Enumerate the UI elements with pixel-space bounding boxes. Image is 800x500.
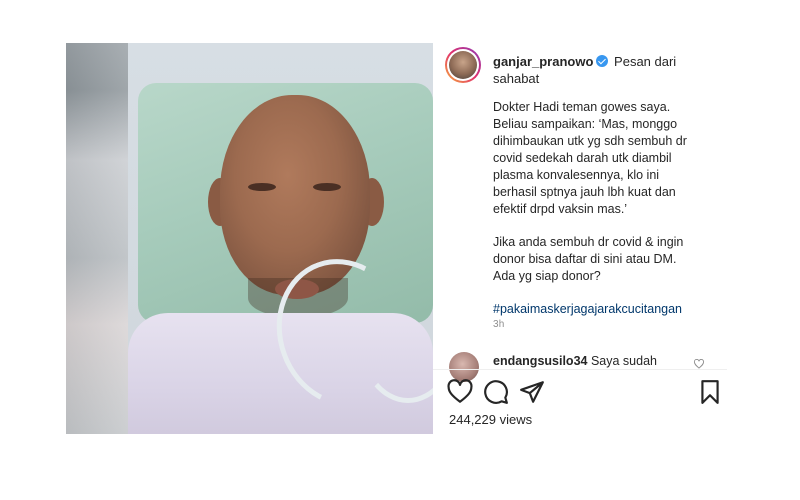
post-timestamp[interactable]: 3h (493, 319, 505, 330)
heart-outline-icon[interactable] (447, 379, 473, 405)
caption-body: Dokter Hadi teman gowes saya. Beliau sam… (493, 99, 698, 334)
author-avatar[interactable] (445, 47, 481, 83)
author-username[interactable]: ganjar_pranowo (493, 54, 593, 69)
post-media[interactable] (66, 43, 433, 434)
caption-header: ganjar_pranowo Pesan dari sahabat (493, 53, 693, 87)
comment-item: endangsusilo34 Saya sudah (493, 353, 693, 368)
comment-bubble-icon[interactable] (483, 379, 509, 405)
video-frame[interactable] (128, 43, 433, 434)
verified-badge-icon (596, 55, 609, 67)
post-header: ganjar_pranowo Pesan dari sahabat (445, 47, 715, 87)
comment-like-icon[interactable] (693, 359, 705, 369)
commenter-avatar[interactable] (449, 352, 479, 382)
post-side-panel: ganjar_pranowo Pesan dari sahabat Dokter… (433, 43, 727, 434)
caption-paragraph: Jika anda sembuh dr covid & ingin donor … (493, 235, 684, 283)
hashtag-link[interactable]: #pakaimaskerjagajarakcucitangan (493, 301, 698, 318)
comment-text: Saya sudah (590, 354, 657, 368)
divider (433, 369, 727, 370)
paper-plane-icon[interactable] (519, 379, 545, 405)
bookmark-icon[interactable] (697, 379, 723, 405)
commenter-username[interactable]: endangsusilo34 (493, 354, 587, 368)
caption-paragraph: Dokter Hadi teman gowes saya. Beliau sam… (493, 100, 687, 216)
video-blurred-backdrop (66, 43, 128, 434)
action-bar (445, 379, 720, 409)
view-count[interactable]: 244,229 views (449, 412, 532, 427)
